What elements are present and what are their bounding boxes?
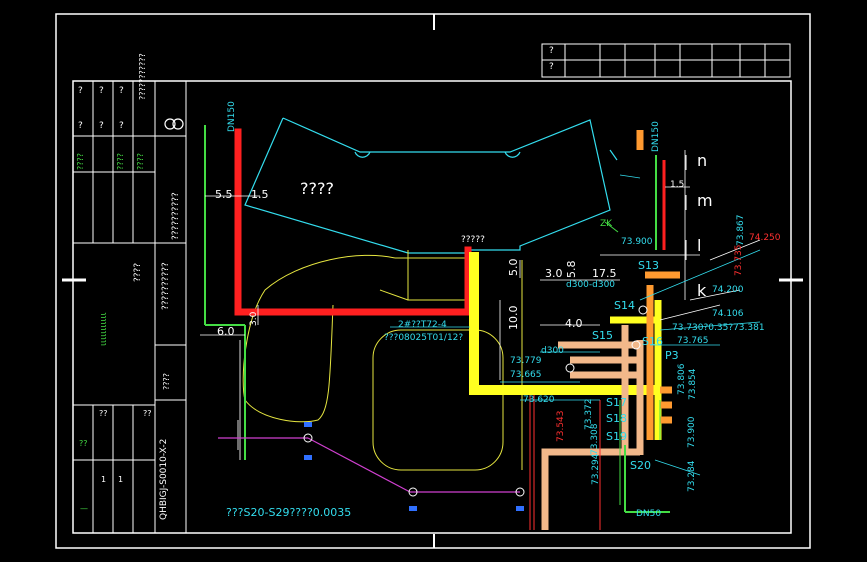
note-standard: ???08025T01/12? (384, 333, 464, 343)
title-block-cell-4: ? (99, 121, 104, 131)
footer-note: ???S20-S29????0.0035 (226, 506, 352, 519)
dimension-10-0: 10.0 (507, 305, 520, 331)
axis-label-m: m (697, 191, 713, 210)
note-pump-model: 2#??T72-4 (398, 320, 447, 330)
dimension-1-5: 1.5 (251, 188, 269, 201)
title-block-cell-3: ? (99, 86, 104, 96)
elevation-73-308: 73.308 (590, 423, 600, 456)
pipe-label-dn150-left: DN150 (227, 101, 237, 132)
title-bottom-label-1: ?? (143, 409, 152, 418)
title-block-mid: ???? (133, 262, 143, 282)
drawing-svg (55, 13, 811, 549)
label-p3: P3 (665, 349, 679, 362)
pipe-label-dn50: DN50 (636, 509, 662, 519)
room-label: ???? (300, 179, 334, 198)
title-company-name: ??????????? (138, 53, 147, 100)
zk-label: ZK (600, 219, 613, 229)
title-bottom-green: — (80, 504, 88, 513)
title-block-cell-1: ? (78, 86, 83, 96)
title-green-1: ???? (76, 153, 85, 170)
note-d300: d300 (541, 346, 564, 356)
title-block-mid-2: ???? (162, 373, 171, 390)
title-wavy-text: ιιιιιιιιιιι (99, 312, 109, 347)
title-block-cell-2: ? (78, 121, 83, 131)
title-vertical-main-2: ?????????? (171, 192, 181, 240)
elevation-73-665: 73.665 (510, 370, 542, 380)
label-s18: S18 (606, 412, 627, 425)
elevation-73-543: 73.543 (556, 410, 566, 443)
elevation-73-735: 73.735 (734, 244, 744, 277)
dimension-3-0-left: 3.0 (249, 311, 259, 326)
elevation-73-854: 73.854 (688, 368, 698, 401)
dimension-5-8: 5.8 (565, 260, 578, 279)
elevation-74-250: 74.250 (749, 233, 781, 243)
title-bottom-value-1: 1 (118, 475, 124, 484)
label-s17: S17 (606, 396, 627, 409)
note-d300-d300: d300-d300 (566, 280, 616, 290)
title-bottom-label-3: ?? (79, 439, 88, 448)
red-main-pipe (234, 128, 472, 316)
label-s19: S19 (606, 430, 627, 443)
title-bottom-value-2: 1 (101, 475, 107, 484)
drawing-number: QHBIGJ-S0010-X-2 (159, 438, 169, 520)
axis-label-l: l (697, 236, 702, 255)
foundation-outline (242, 250, 523, 471)
elevation-74-200: 74.200 (712, 285, 744, 295)
dimension-5-5: 5.5 (215, 188, 233, 201)
blue-supports (304, 422, 524, 511)
axis-label-k: k (697, 281, 707, 300)
elevation-73-620: 73.620 (523, 395, 555, 405)
top-label: ????? (461, 235, 485, 245)
elevation-74-106: 74.106 (712, 309, 744, 319)
label-s15: S15 (592, 329, 613, 342)
revision-row-2: ? (549, 62, 554, 72)
label-s20: S20 (630, 459, 651, 472)
axis-label-n: n (697, 151, 708, 170)
dimension-3-0: 3.0 (545, 267, 563, 280)
inner-frame (72, 80, 792, 534)
dimension-4-0: 4.0 (565, 317, 583, 330)
elevation-73-284: 73.284 (687, 460, 697, 493)
cad-drawing-canvas: ? ? ? ? ? ? ???? ???? ???? ??????????? ?… (0, 0, 867, 562)
pipe-label-dn150-right: DN150 (651, 121, 661, 152)
title-vertical-main: ?????????? (161, 262, 171, 310)
label-s13: S13 (638, 259, 659, 272)
elevation-73-867: 73.867 (736, 214, 746, 247)
elevation-73-900-b: 73.900 (687, 416, 697, 449)
thin-pipes (237, 340, 241, 460)
title-bottom-label-2: ?? (99, 409, 108, 418)
magenta-pipes (218, 437, 520, 493)
title-block-cell-5: ? (119, 86, 124, 96)
dimension-17-5: 17.5 (592, 267, 617, 280)
elevation-73-900: 73.900 (621, 237, 653, 247)
label-s16: S16 (642, 335, 663, 348)
revision-row-1: ? (549, 46, 554, 56)
title-green-2: ???? (116, 153, 125, 170)
dimension-5-0: 5.0 (507, 258, 520, 277)
elevation-73-730: 73.730?0.35?73.381 (672, 323, 765, 333)
title-block-cell-6: ? (119, 121, 124, 131)
elevation-73-765: 73.765 (677, 336, 709, 346)
elevation-73-806: 73.806 (677, 363, 687, 396)
revision-table (541, 43, 791, 78)
dimension-1-5-right: 1.5 (670, 180, 685, 190)
elevation-73-294: 73.294 (591, 453, 601, 486)
dimension-6-0: 6.0 (217, 325, 235, 338)
label-s14: S14 (614, 299, 635, 312)
elevation-73-779: 73.779 (510, 356, 542, 366)
company-logo-icon (164, 118, 184, 130)
title-green-3: ???? (136, 153, 145, 170)
